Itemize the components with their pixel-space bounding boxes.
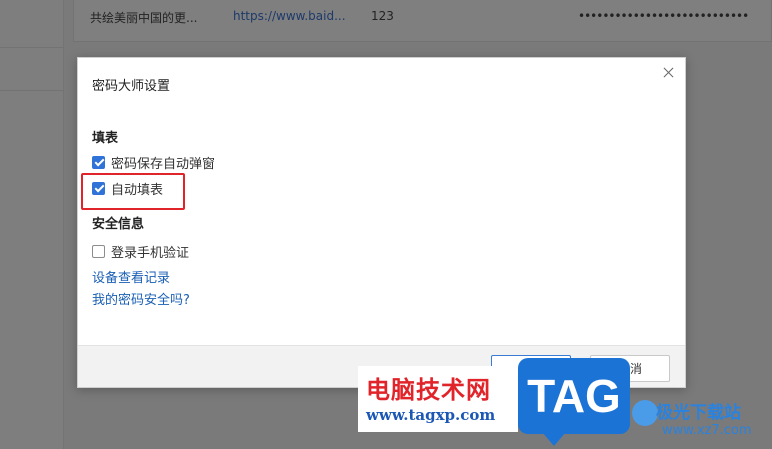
- password-master-settings-dialog: 密码大师设置 填表 密码保存自动弹窗 自动填表 安全信息 登录手机验证 设备查看…: [77, 57, 686, 388]
- row-site-name: 共绘美丽中国的更...: [90, 11, 198, 25]
- close-icon[interactable]: [661, 65, 677, 81]
- brand-logo-icon: [632, 400, 658, 426]
- password-table-row: 共绘美丽中国的更... https://www.baid... 123 ••••…: [73, 0, 772, 42]
- row-password: ••••••••••••••••••••••••••••: [578, 9, 749, 23]
- sidebar-divider: [0, 47, 64, 48]
- row-username: 123: [371, 9, 394, 23]
- checkbox-checked-icon[interactable]: [92, 155, 105, 169]
- link-is-my-password-safe[interactable]: 我的密码安全吗?: [92, 289, 190, 308]
- checkbox-auto-save-popup[interactable]: 密码保存自动弹窗: [92, 154, 216, 172]
- section-heading-fill: 填表: [92, 131, 119, 146]
- checkbox-unchecked-icon[interactable]: [92, 244, 105, 258]
- checkbox-login-phone-verify[interactable]: 登录手机验证: [92, 243, 190, 261]
- watermark-brand-cn: 极光下载站: [656, 403, 741, 423]
- watermark-site-badge: 电脑技术网 www.tagxp.com: [358, 366, 518, 432]
- watermark-brand-url: www.xz7.com: [662, 423, 752, 438]
- row-site-url: https://www.baid...: [233, 9, 346, 23]
- watermark-brand: 极光下载站 www.xz7.com: [632, 396, 772, 449]
- link-device-view-records[interactable]: 设备查看记录: [92, 267, 170, 286]
- checkbox-label: 密码保存自动弹窗: [111, 156, 216, 172]
- section-heading-security: 安全信息: [92, 217, 145, 232]
- background-sidebar: [0, 0, 64, 449]
- checkbox-label: 登录手机验证: [111, 245, 190, 261]
- watermark-tag-logo: TAG: [518, 358, 630, 446]
- watermark-site-url: www.tagxp.com: [366, 406, 496, 424]
- sidebar-divider: [0, 90, 64, 91]
- watermark-site-cn: 电脑技术网: [366, 376, 491, 404]
- dialog-title: 密码大师设置: [92, 79, 171, 94]
- annotation-highlight-box: [81, 173, 185, 210]
